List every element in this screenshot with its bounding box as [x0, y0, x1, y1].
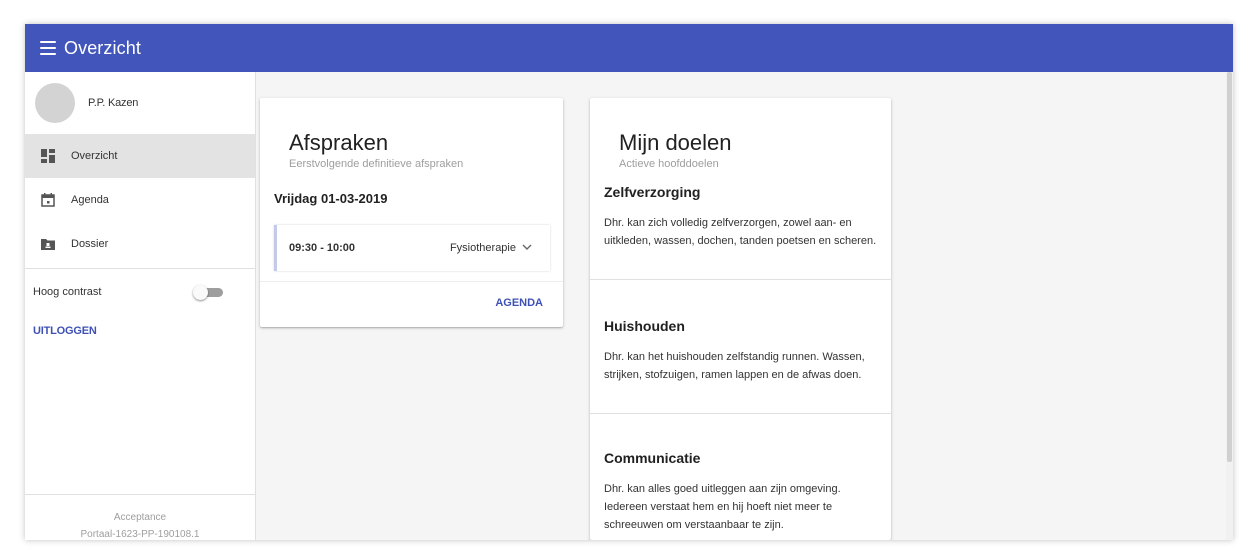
goals-subtitle: Actieve hoofddoelen [619, 158, 719, 170]
page-title: Overzicht [64, 37, 141, 58]
scrollbar-thumb[interactable] [1227, 72, 1232, 462]
app-window: Overzicht P.P. Kazen Overzicht Agenda Do… [25, 24, 1233, 540]
card-divider [260, 281, 563, 282]
goals-card: Mijn doelen Actieve hoofddoelen Zelfverz… [590, 98, 891, 540]
folder-icon [41, 237, 55, 251]
sidebar-item-label: Dossier [71, 238, 109, 250]
appointment-item[interactable]: 09:30 - 10:00 Fysiotherapie [274, 225, 550, 271]
build-label: Portaal-1623-PP-190108.1 [80, 529, 200, 540]
goal-title: Zelfverzorging [604, 184, 701, 200]
environment-label: Acceptance [113, 512, 167, 523]
appointment-date: Vrijdag 01-03-2019 [274, 191, 388, 206]
sidebar-item-label: Overzicht [71, 150, 118, 162]
chevron-down-icon[interactable] [521, 240, 533, 252]
appointments-header: Afspraken Eerstvolgende definitieve afsp… [260, 98, 563, 170]
sidebar-item-dossier[interactable]: Dossier [25, 222, 255, 266]
high-contrast-label: Hoog contrast [33, 286, 102, 298]
menu-icon[interactable] [40, 41, 56, 55]
toggle-thumb [193, 285, 208, 300]
user-profile: P.P. Kazen [25, 72, 255, 134]
high-contrast-setting: Hoog contrast [25, 269, 255, 315]
goals-header: Mijn doelen Actieve hoofddoelen [590, 98, 891, 170]
goal-title: Communicatie [604, 450, 701, 466]
goal-title: Huishouden [604, 318, 685, 334]
appointment-type: Fysiotherapie [449, 242, 516, 254]
avatar [35, 83, 75, 123]
appointment-time: 09:30 - 10:00 [289, 242, 356, 254]
sidebar-item-label: Agenda [71, 194, 109, 206]
high-contrast-toggle[interactable] [193, 285, 225, 300]
goal-item: Communicatie Dhr. kan alles goed uitlegg… [590, 414, 891, 540]
dashboard-icon [41, 149, 55, 163]
appointments-subtitle: Eerstvolgende definitieve afspraken [289, 158, 464, 170]
logout-button[interactable]: UITLOGGEN [25, 325, 255, 337]
goal-item: Huishouden Dhr. kan het huishouden zelfs… [590, 280, 891, 414]
goal-item: Zelfverzorging Dhr. kan zich volledig ze… [590, 170, 891, 280]
goals-title: Mijn doelen [619, 130, 732, 155]
goal-description: Dhr. kan het huishouden zelfstandig runn… [604, 351, 865, 381]
agenda-button[interactable]: AGENDA [495, 297, 543, 309]
sidebar-item-overzicht[interactable]: Overzicht [25, 134, 255, 178]
goal-description: Dhr. kan zich volledig zelfverzorgen, zo… [604, 217, 877, 247]
calendar-icon [41, 193, 55, 207]
sidebar-item-agenda[interactable]: Agenda [25, 178, 255, 222]
sidebar: P.P. Kazen Overzicht Agenda Dossier Hoog… [25, 72, 256, 540]
appointments-title: Afspraken [289, 130, 389, 155]
user-name: P.P. Kazen [88, 97, 139, 109]
goal-description: Dhr. kan alles goed uitleggen aan zijn o… [604, 483, 841, 531]
version-info: Acceptance Portaal-1623-PP-190108.1 [25, 494, 255, 540]
app-bar: Overzicht [25, 24, 1233, 72]
main-scrollbar[interactable] [1226, 72, 1233, 540]
appointments-card: Afspraken Eerstvolgende definitieve afsp… [260, 98, 563, 327]
